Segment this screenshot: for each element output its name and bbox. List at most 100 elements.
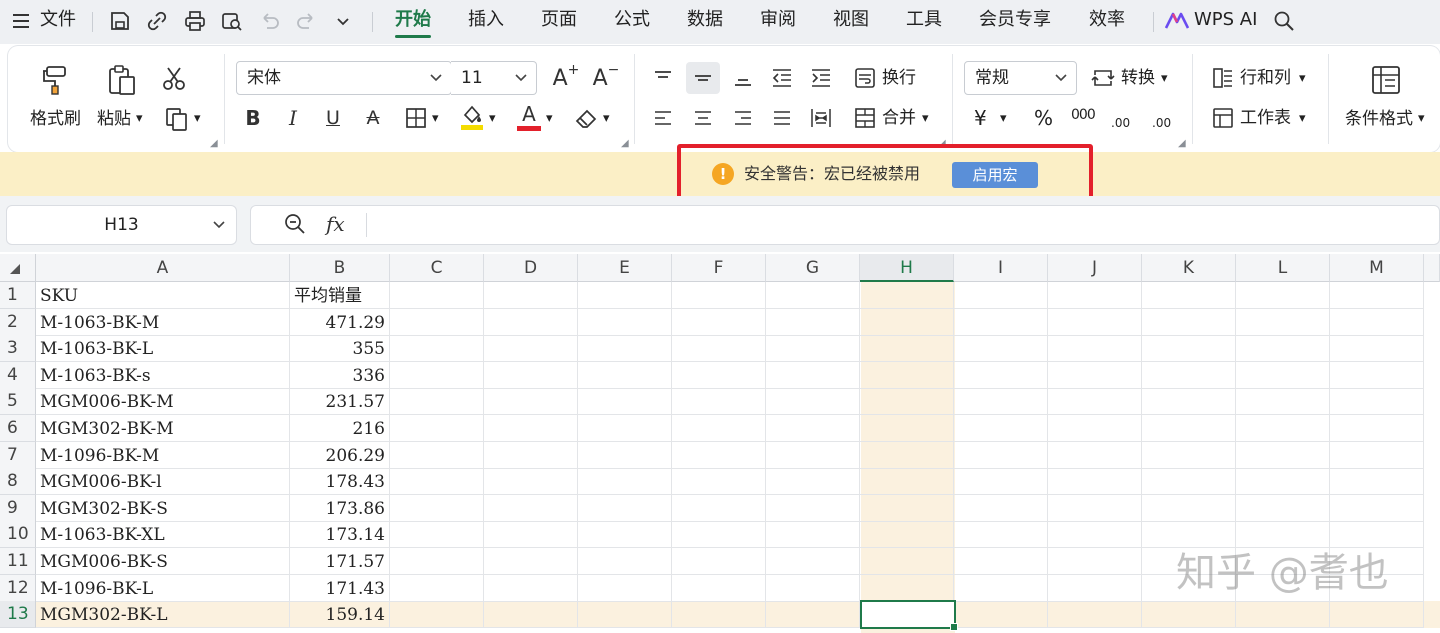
cell-empty[interactable] — [672, 468, 766, 496]
cell-empty[interactable] — [484, 415, 578, 442]
cell-avg-sales[interactable]: 171.57 — [290, 548, 390, 575]
underline-icon[interactable]: U — [320, 104, 346, 132]
row-header[interactable]: 12 — [0, 574, 36, 602]
cell-empty[interactable] — [1236, 335, 1330, 363]
cell-empty[interactable] — [860, 361, 954, 389]
format-painter-icon[interactable] — [36, 62, 74, 98]
rows-columns-icon[interactable] — [1210, 65, 1236, 91]
cell-sku[interactable]: M-1063-BK-s — [36, 361, 290, 389]
quick-access-more-icon[interactable] — [330, 8, 356, 34]
cell-empty[interactable] — [672, 601, 766, 629]
row-header[interactable]: 8 — [0, 468, 36, 496]
cell-empty[interactable] — [860, 548, 954, 575]
cell-sku[interactable]: MGM302-BK-L — [36, 601, 290, 629]
currency-dropdown-caret[interactable]: ▾ — [1000, 108, 1007, 130]
undo-icon[interactable] — [256, 8, 282, 34]
cell-avg-sales[interactable]: 216 — [290, 415, 390, 442]
cell-empty[interactable] — [954, 494, 1048, 522]
worksheet-label[interactable]: 工作表 — [1240, 107, 1291, 129]
cell-empty[interactable] — [954, 335, 1048, 363]
cell-empty[interactable] — [1048, 308, 1142, 336]
cell-empty[interactable] — [578, 468, 672, 496]
font-name-select[interactable]: 宋体 — [236, 61, 452, 95]
tab-insert[interactable]: 插入 — [468, 8, 504, 32]
cell-empty[interactable] — [578, 574, 672, 602]
thousands-separator-icon[interactable]: 000 — [1071, 104, 1096, 126]
copy-icon[interactable] — [160, 104, 194, 134]
tab-tools[interactable]: 工具 — [906, 8, 942, 32]
increase-indent-icon[interactable] — [806, 64, 836, 92]
cell-empty[interactable] — [766, 574, 860, 602]
cell-empty[interactable] — [1142, 361, 1236, 389]
cell-empty[interactable] — [484, 441, 578, 469]
cell-empty[interactable] — [766, 521, 860, 549]
cell-empty[interactable] — [766, 335, 860, 363]
cell-empty[interactable] — [1142, 601, 1236, 629]
cell-empty[interactable] — [1142, 415, 1236, 442]
clipboard-dialog-launcher-icon[interactable]: ◢ — [210, 138, 218, 149]
cell-empty[interactable] — [766, 468, 860, 496]
percent-format-icon[interactable]: % — [1034, 107, 1053, 129]
row-header[interactable]: 9 — [0, 494, 36, 522]
cell-empty[interactable] — [1142, 308, 1236, 336]
zoom-formula-icon[interactable] — [283, 212, 307, 236]
cell-empty[interactable] — [954, 388, 1048, 416]
cell-sku[interactable]: M-1063-BK-L — [36, 335, 290, 363]
cell-empty[interactable] — [1142, 282, 1236, 309]
cell-empty[interactable] — [484, 308, 578, 336]
cell-empty[interactable] — [578, 494, 672, 522]
cell-empty[interactable] — [1330, 415, 1424, 442]
cell-sku[interactable]: MGM006-BK-S — [36, 548, 290, 575]
column-header-k[interactable]: K — [1142, 254, 1236, 282]
tab-page[interactable]: 页面 — [541, 8, 577, 32]
cell-empty[interactable] — [1048, 521, 1142, 549]
cell-empty[interactable] — [672, 441, 766, 469]
cell-empty[interactable] — [672, 361, 766, 389]
cell-empty[interactable] — [954, 415, 1048, 442]
cell-empty[interactable] — [1048, 441, 1142, 469]
copy-dropdown-caret[interactable]: ▾ — [194, 108, 201, 130]
decrease-decimal-icon[interactable]: .00 — [1152, 112, 1171, 134]
cell-empty[interactable] — [672, 521, 766, 549]
column-header-b[interactable]: B — [290, 254, 390, 282]
row-header[interactable]: 10 — [0, 521, 36, 549]
cell-empty[interactable] — [860, 415, 954, 442]
name-box[interactable]: H13 — [6, 205, 237, 245]
cell-empty[interactable] — [1236, 388, 1330, 416]
fill-color-dropdown-caret[interactable]: ▾ — [489, 108, 496, 130]
column-header-d[interactable]: D — [484, 254, 578, 282]
border-icon[interactable] — [402, 104, 430, 132]
cell-empty[interactable] — [672, 548, 766, 575]
clear-format-icon[interactable] — [572, 104, 600, 132]
column-header-i[interactable]: I — [954, 254, 1048, 282]
cell-empty[interactable] — [1048, 494, 1142, 522]
cell-empty[interactable] — [766, 548, 860, 575]
cell-empty[interactable] — [1048, 388, 1142, 416]
cell-empty[interactable] — [860, 494, 954, 522]
cell-empty[interactable] — [390, 574, 484, 602]
fill-color-icon[interactable] — [458, 102, 486, 132]
wrap-text-label[interactable]: 换行 — [882, 67, 916, 89]
cell-avg-sales[interactable]: 178.43 — [290, 468, 390, 496]
cell-empty[interactable] — [484, 574, 578, 602]
number-dialog-launcher-icon[interactable]: ◢ — [1178, 138, 1186, 149]
row-header[interactable]: 13 — [0, 601, 36, 629]
cell-sku[interactable]: SKU — [36, 282, 290, 309]
border-dropdown-caret[interactable]: ▾ — [432, 108, 439, 130]
cell-empty[interactable] — [578, 335, 672, 363]
tab-review[interactable]: 审阅 — [760, 8, 796, 32]
cell-avg-sales[interactable]: 206.29 — [290, 441, 390, 469]
print-icon[interactable] — [182, 8, 208, 34]
cell-sku[interactable]: MGM006-BK-M — [36, 388, 290, 416]
cell-empty[interactable] — [954, 361, 1048, 389]
paste-label[interactable]: 粘贴 — [97, 108, 131, 130]
cell-empty[interactable] — [578, 441, 672, 469]
hamburger-menu-icon[interactable] — [8, 8, 34, 34]
cell-empty[interactable] — [954, 521, 1048, 549]
cell-empty[interactable] — [484, 335, 578, 363]
cell-sku[interactable]: MGM302-BK-M — [36, 415, 290, 442]
formula-input[interactable] — [250, 205, 1440, 245]
cell-empty[interactable] — [1142, 521, 1236, 549]
cell-empty[interactable] — [1142, 494, 1236, 522]
align-bottom-icon[interactable] — [728, 64, 758, 92]
